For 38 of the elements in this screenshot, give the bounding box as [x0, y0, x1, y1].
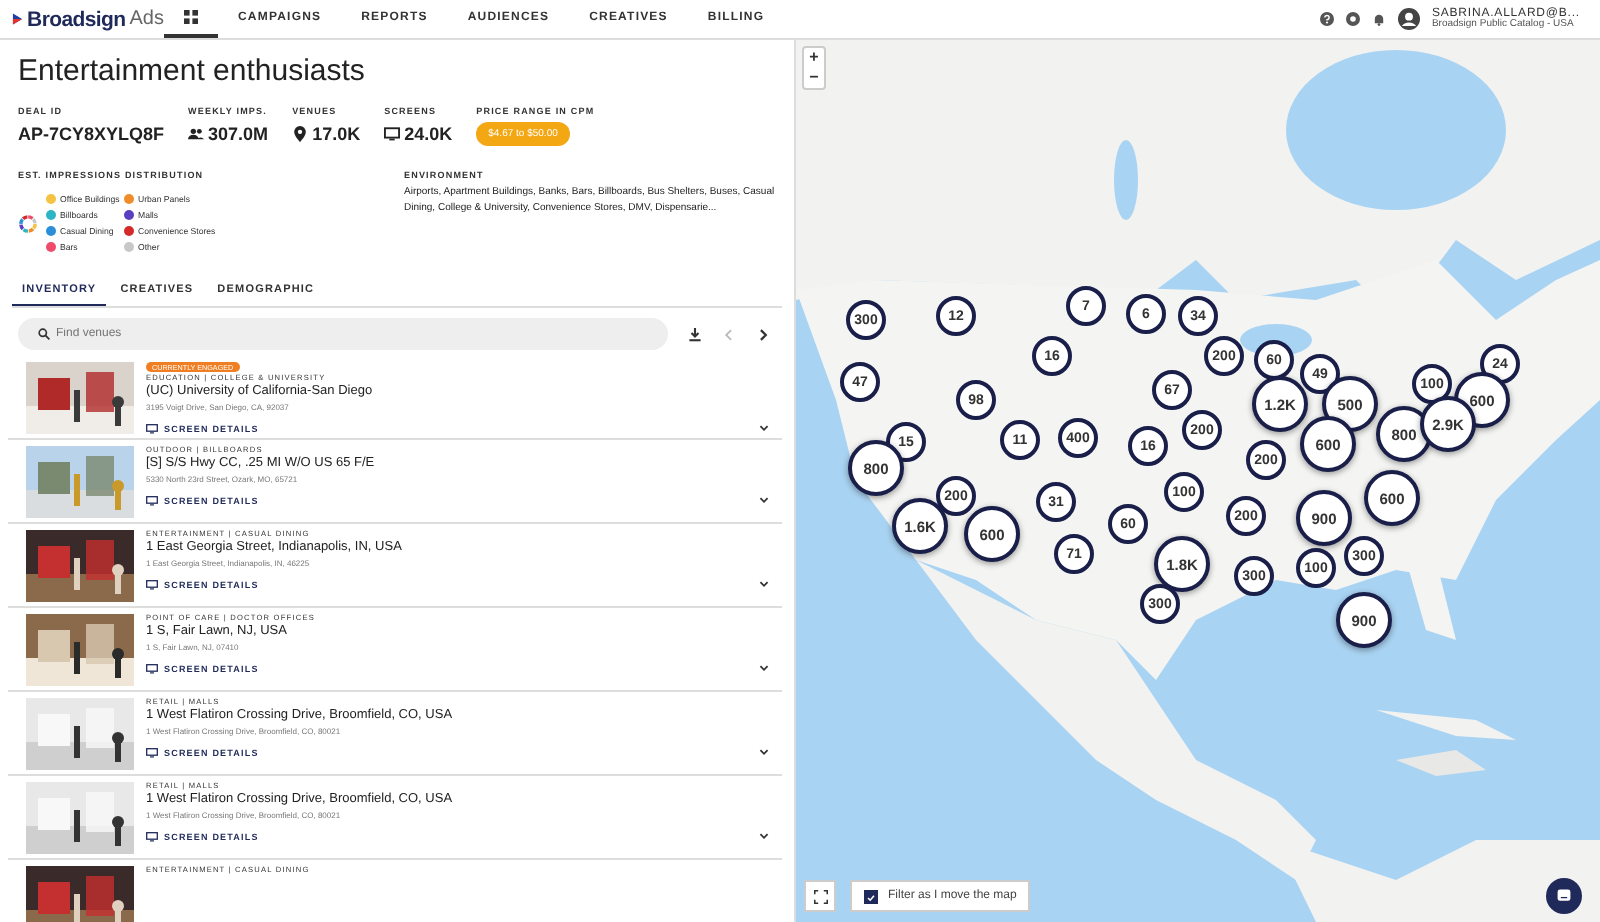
monitor-icon [146, 423, 158, 433]
grid-icon [184, 10, 198, 24]
checkbox[interactable] [864, 889, 878, 903]
page-title: Entertainment enthusiasts [18, 54, 367, 90]
monitor-icon [146, 663, 158, 673]
donut-chart-icon [18, 213, 38, 233]
people-icon [188, 126, 205, 142]
zoom-in-button[interactable]: + [804, 48, 824, 68]
bell-icon[interactable] [1371, 12, 1386, 26]
expand-icon[interactable] [758, 830, 770, 842]
zoom-out-button[interactable]: − [804, 68, 824, 88]
monitor-icon [146, 495, 158, 505]
stat-value: 24.0K [404, 124, 453, 144]
logo-suffix: Ads [129, 8, 164, 30]
expand-icon[interactable] [758, 662, 770, 674]
logo-text: Broadsign [27, 7, 126, 31]
stat-value: AP-7CY8XYLQ8F [18, 124, 165, 144]
stat-value: 307.0M [208, 124, 269, 144]
fullscreen-button[interactable] [804, 880, 836, 912]
location-pin-icon [292, 126, 309, 142]
help-icon[interactable] [1319, 12, 1334, 26]
expand-icon[interactable] [758, 578, 770, 590]
expand-icon[interactable] [758, 746, 770, 758]
checkmark-icon [866, 891, 876, 903]
stat-value: 17.0K [312, 124, 361, 144]
logo-icon [12, 10, 24, 28]
fullscreen-icon [813, 889, 827, 903]
chevron-right-icon[interactable] [756, 327, 770, 341]
expand-icon[interactable] [758, 422, 770, 434]
monitor-icon [384, 126, 401, 142]
avatar-icon[interactable] [1397, 8, 1420, 30]
monitor-icon [146, 579, 158, 589]
monitor-icon [146, 747, 158, 757]
expand-icon[interactable] [758, 494, 770, 506]
monitor-icon [146, 831, 158, 841]
download-icon[interactable] [688, 327, 702, 341]
chat-icon [1556, 888, 1572, 904]
search-icon [38, 328, 50, 340]
